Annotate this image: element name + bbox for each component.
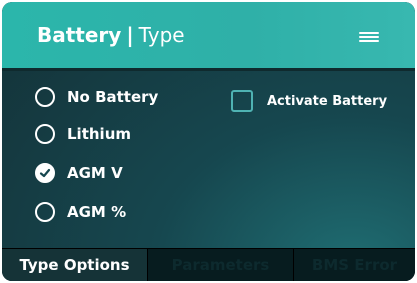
activate-battery-label: Activate Battery (267, 93, 388, 109)
tab-bms-error[interactable]: BMS Error (294, 249, 415, 281)
option-no-battery[interactable]: No Battery (35, 87, 158, 107)
option-lithium[interactable]: Lithium (35, 124, 131, 144)
activate-battery-toggle[interactable]: Activate Battery (231, 90, 387, 112)
tab-parameters[interactable]: Parameters (148, 249, 294, 281)
option-label: No Battery (67, 88, 159, 106)
battery-settings-panel: Battery | Type No Battery Lithium AGM V … (2, 2, 415, 281)
checkmark-icon (39, 168, 51, 178)
option-label: AGM V (67, 164, 123, 182)
header-bar: Battery | Type (2, 2, 415, 68)
option-label: Lithium (67, 125, 131, 143)
option-label: AGM % (67, 203, 127, 221)
page-title: Battery | Type (37, 23, 185, 47)
tab-type-options[interactable]: Type Options (2, 249, 148, 281)
title-secondary: Type (138, 23, 185, 47)
title-separator: | (126, 23, 134, 47)
option-agm-percent[interactable]: AGM % (35, 202, 126, 222)
tab-bar: Type Options Parameters BMS Error (2, 248, 415, 281)
radio-checked-icon[interactable] (35, 163, 55, 183)
radio-button-icon[interactable] (35, 124, 55, 144)
radio-button-icon[interactable] (35, 87, 55, 107)
checkbox-icon[interactable] (231, 90, 253, 112)
option-agm-v[interactable]: AGM V (35, 163, 123, 183)
radio-button-icon[interactable] (35, 202, 55, 222)
header-divider (2, 68, 415, 71)
hamburger-menu-icon[interactable] (359, 32, 379, 42)
title-primary: Battery (37, 23, 122, 47)
